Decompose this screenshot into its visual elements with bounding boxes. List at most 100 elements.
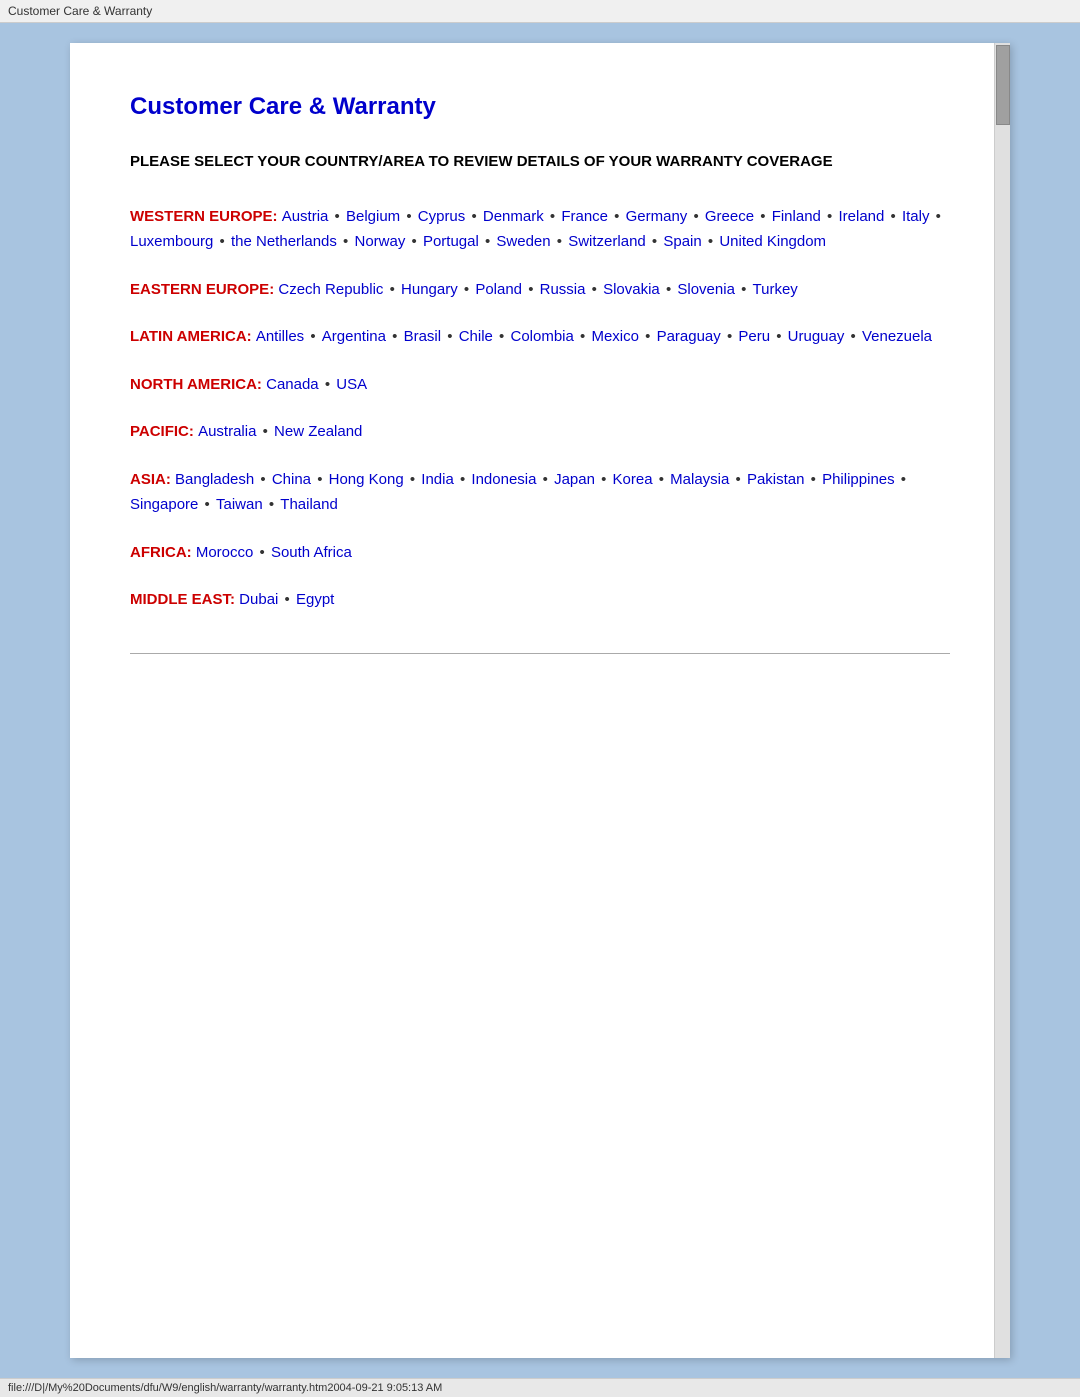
country-link-austria[interactable]: Austria [282,208,329,225]
country-link-egypt[interactable]: Egypt [296,591,334,608]
country-link-czech-republic[interactable]: Czech Republic [278,281,383,298]
country-link-hungary[interactable]: Hungary [401,281,458,298]
country-link-bangladesh[interactable]: Bangladesh [175,471,254,488]
country-link-paraguay[interactable]: Paraguay [657,328,721,345]
bullet: • [576,328,590,345]
bullet: • [553,233,567,250]
country-link-taiwan[interactable]: Taiwan [216,496,263,513]
bullet: • [610,208,624,225]
bullet: • [662,281,676,298]
region-block-asia: ASIA: Bangladesh • China • Hong Kong • I… [130,467,950,518]
bullet: • [280,591,294,608]
country-link-hong-kong[interactable]: Hong Kong [329,471,404,488]
country-link-antilles[interactable]: Antilles [256,328,304,345]
country-link-argentina[interactable]: Argentina [322,328,386,345]
region-label-pacific: PACIFIC: [130,423,198,440]
scrollbar-thumb[interactable] [996,45,1010,125]
country-link-cyprus[interactable]: Cyprus [418,208,466,225]
country-link-morocco[interactable]: Morocco [196,544,254,561]
country-link-portugal[interactable]: Portugal [423,233,479,250]
page-title: Customer Care & Warranty [130,93,950,121]
region-label-north-america: NORTH AMERICA: [130,376,266,393]
country-link-indonesia[interactable]: Indonesia [471,471,536,488]
country-link-colombia[interactable]: Colombia [510,328,573,345]
country-link-china[interactable]: China [272,471,311,488]
country-link-brasil[interactable]: Brasil [404,328,442,345]
bullet: • [538,471,552,488]
country-link-united-kingdom[interactable]: United Kingdom [719,233,826,250]
bullet: • [330,208,344,225]
country-link-dubai[interactable]: Dubai [239,591,278,608]
bullet: • [200,496,214,513]
bullet: • [460,281,474,298]
country-link-denmark[interactable]: Denmark [483,208,544,225]
bullet: • [756,208,770,225]
country-link-venezuela[interactable]: Venezuela [862,328,932,345]
country-link-thailand[interactable]: Thailand [280,496,338,513]
bullet: • [258,423,272,440]
country-link-finland[interactable]: Finland [772,208,821,225]
country-link-germany[interactable]: Germany [626,208,688,225]
country-link-singapore[interactable]: Singapore [130,496,198,513]
bullet: • [339,233,353,250]
bullet: • [524,281,538,298]
country-link-norway[interactable]: Norway [354,233,405,250]
country-link-ireland[interactable]: Ireland [838,208,884,225]
country-link-japan[interactable]: Japan [554,471,595,488]
country-link-sweden[interactable]: Sweden [496,233,550,250]
bullet: • [886,208,900,225]
region-label-middle-east: MIDDLE EAST: [130,591,239,608]
status-bar: file:///D|/My%20Documents/dfu/W9/english… [0,1378,1080,1397]
browser-content: Customer Care & Warranty PLEASE SELECT Y… [0,23,1080,1378]
bullet: • [306,328,320,345]
page-container: Customer Care & Warranty PLEASE SELECT Y… [70,43,1010,1358]
bullet: • [648,233,662,250]
country-link-india[interactable]: India [421,471,454,488]
country-link-korea[interactable]: Korea [613,471,653,488]
country-link-malaysia[interactable]: Malaysia [670,471,729,488]
country-link-italy[interactable]: Italy [902,208,930,225]
bullet: • [385,281,399,298]
country-link-mexico[interactable]: Mexico [591,328,639,345]
title-bar-label: Customer Care & Warranty [8,4,152,18]
region-label-western-europe: WESTERN EUROPE: [130,208,282,225]
bullet: • [731,471,745,488]
country-link-greece[interactable]: Greece [705,208,754,225]
country-link-russia[interactable]: Russia [540,281,586,298]
country-link-australia[interactable]: Australia [198,423,256,440]
country-link-slovakia[interactable]: Slovakia [603,281,660,298]
title-bar: Customer Care & Warranty [0,0,1080,23]
bullet: • [265,496,279,513]
country-link-france[interactable]: France [561,208,608,225]
country-link-poland[interactable]: Poland [475,281,522,298]
country-link-pakistan[interactable]: Pakistan [747,471,805,488]
country-link-turkey[interactable]: Turkey [753,281,798,298]
country-link-peru[interactable]: Peru [738,328,770,345]
country-link-belgium[interactable]: Belgium [346,208,400,225]
bullet: • [406,471,420,488]
country-link-luxembourg[interactable]: Luxembourg [130,233,213,250]
status-bar-text: file:///D|/My%20Documents/dfu/W9/english… [8,1382,442,1394]
bullet: • [704,233,718,250]
country-link-usa[interactable]: USA [336,376,367,393]
country-link-new-zealand[interactable]: New Zealand [274,423,362,440]
country-link-south-africa[interactable]: South Africa [271,544,352,561]
bullet: • [806,471,820,488]
country-link-slovenia[interactable]: Slovenia [677,281,735,298]
country-link-spain[interactable]: Spain [663,233,701,250]
bullet: • [215,233,229,250]
country-link-switzerland[interactable]: Switzerland [568,233,646,250]
country-link-the-netherlands[interactable]: the Netherlands [231,233,337,250]
bullet: • [587,281,601,298]
country-link-philippines[interactable]: Philippines [822,471,895,488]
country-link-canada[interactable]: Canada [266,376,319,393]
region-block-pacific: PACIFIC: Australia • New Zealand [130,419,950,445]
region-label-latin-america: LATIN AMERICA: [130,328,256,345]
country-link-uruguay[interactable]: Uruguay [788,328,845,345]
region-block-africa: AFRICA: Morocco • South Africa [130,540,950,566]
scrollbar[interactable] [994,43,1010,1358]
country-link-chile[interactable]: Chile [459,328,493,345]
bullet: • [255,544,269,561]
bullet: • [467,208,481,225]
region-block-north-america: NORTH AMERICA: Canada • USA [130,372,950,398]
